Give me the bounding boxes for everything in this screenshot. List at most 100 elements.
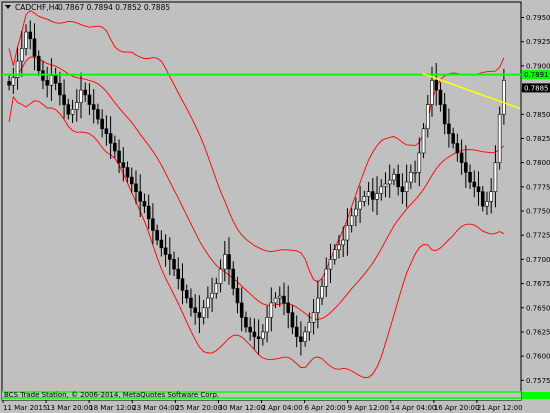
x-tick-label: 30 Mar 12:00 bbox=[218, 404, 265, 412]
candle bbox=[502, 68, 506, 125]
candle bbox=[286, 285, 290, 329]
y-tick-label: 0.7775 bbox=[526, 183, 550, 191]
candle bbox=[248, 317, 252, 341]
candle bbox=[11, 67, 16, 94]
candle bbox=[58, 71, 62, 106]
candle bbox=[303, 326, 307, 347]
candle bbox=[83, 82, 88, 102]
candle bbox=[425, 94, 430, 138]
candle bbox=[438, 82, 443, 112]
y-tick-label: 0.7800 bbox=[526, 159, 550, 167]
price-chart[interactable]: CADCHF,H4 0.7867 0.7894 0.7852 0.7885 0.… bbox=[0, 0, 550, 413]
candle bbox=[375, 176, 379, 216]
triangle-down-icon[interactable] bbox=[5, 5, 11, 9]
candle bbox=[282, 282, 286, 316]
candle bbox=[142, 193, 147, 214]
candle bbox=[244, 311, 248, 333]
candle bbox=[400, 173, 405, 204]
candle bbox=[91, 89, 96, 124]
candle bbox=[379, 179, 384, 201]
candle bbox=[125, 161, 130, 183]
x-tick-label: 13 Mar 20:00 bbox=[46, 404, 93, 412]
copyright-text: BCS Trade Station, © 2006-2014, MetaQuot… bbox=[4, 391, 219, 399]
y-tick-label: 0.7675 bbox=[526, 280, 550, 288]
candle bbox=[434, 62, 439, 106]
candle bbox=[138, 174, 142, 218]
candle bbox=[79, 72, 83, 119]
candle bbox=[489, 178, 493, 214]
candle bbox=[404, 164, 409, 208]
candle bbox=[299, 321, 303, 356]
candle bbox=[15, 47, 20, 90]
candle bbox=[197, 295, 202, 334]
y-tick-label: 0.7575 bbox=[526, 377, 550, 385]
candle bbox=[417, 137, 422, 187]
resistance-price: 0.7891 bbox=[524, 71, 549, 79]
chart-frame bbox=[1, 1, 522, 401]
candle bbox=[459, 139, 464, 175]
candle bbox=[294, 315, 299, 348]
candle bbox=[269, 287, 274, 332]
current-price-box: 0.7885 bbox=[522, 83, 550, 93]
candle bbox=[129, 167, 134, 193]
candle bbox=[176, 257, 181, 290]
candle bbox=[108, 116, 113, 159]
candle bbox=[231, 261, 236, 296]
x-tick-label: 25 Mar 20:00 bbox=[175, 404, 222, 412]
candle bbox=[87, 83, 92, 116]
candle bbox=[261, 324, 265, 346]
x-tick-label: 6 Apr 20:00 bbox=[305, 404, 346, 412]
resistance-price-box: 0.7891 bbox=[522, 70, 550, 80]
candle bbox=[28, 20, 33, 50]
candle bbox=[421, 122, 426, 159]
x-tick-label: 2 Apr 04:00 bbox=[262, 404, 303, 412]
candle bbox=[24, 24, 28, 56]
candle bbox=[442, 92, 447, 135]
footer-strip: BCS Trade Station, © 2006-2014, MetaQuot… bbox=[2, 391, 550, 400]
bollinger-bands bbox=[8, 10, 505, 378]
ohlc-values: 0.7867 0.7894 0.7852 0.7885 bbox=[58, 3, 170, 12]
candle bbox=[476, 171, 481, 206]
candle bbox=[451, 127, 455, 149]
y-tick-label: 0.7850 bbox=[526, 111, 550, 119]
lower-band bbox=[8, 95, 505, 378]
y-tick-label: 0.7600 bbox=[526, 353, 550, 361]
candle bbox=[485, 191, 489, 215]
candle bbox=[74, 89, 79, 122]
candle bbox=[409, 164, 413, 189]
candle bbox=[256, 319, 261, 355]
candle bbox=[413, 160, 417, 183]
candle bbox=[146, 194, 151, 230]
candle bbox=[104, 115, 109, 146]
candle bbox=[66, 98, 71, 120]
symbol-label: CADCHF,H4 bbox=[15, 3, 59, 12]
price-axis: 0.79500.79250.79000.78750.78500.78250.78… bbox=[521, 14, 550, 385]
candle bbox=[193, 294, 197, 325]
x-tick-label: 23 Mar 04:00 bbox=[132, 404, 179, 412]
candle bbox=[7, 75, 11, 91]
candle bbox=[239, 287, 244, 332]
candle bbox=[311, 299, 316, 335]
candle bbox=[366, 181, 371, 206]
candle bbox=[201, 300, 206, 325]
candle bbox=[392, 168, 396, 186]
x-tick-label: 16 Apr 20:00 bbox=[434, 404, 480, 412]
candle bbox=[362, 190, 367, 207]
candle bbox=[464, 145, 468, 188]
candle bbox=[227, 237, 231, 285]
candle bbox=[113, 135, 117, 158]
x-tick-label: 18 Mar 12:00 bbox=[89, 404, 136, 412]
candle bbox=[45, 66, 49, 98]
candle bbox=[468, 164, 472, 189]
candle bbox=[358, 185, 362, 224]
y-tick-label: 0.7725 bbox=[526, 232, 550, 240]
y-tick-label: 0.7625 bbox=[526, 328, 550, 336]
candle bbox=[189, 288, 193, 317]
candle bbox=[218, 259, 223, 293]
candle bbox=[383, 172, 388, 198]
y-tick-label: 0.7700 bbox=[526, 256, 550, 264]
candle bbox=[184, 284, 189, 304]
candle bbox=[324, 257, 329, 297]
time-axis: 11 Mar 201513 Mar 20:0018 Mar 12:0023 Ma… bbox=[2, 400, 523, 412]
candle bbox=[96, 103, 100, 125]
